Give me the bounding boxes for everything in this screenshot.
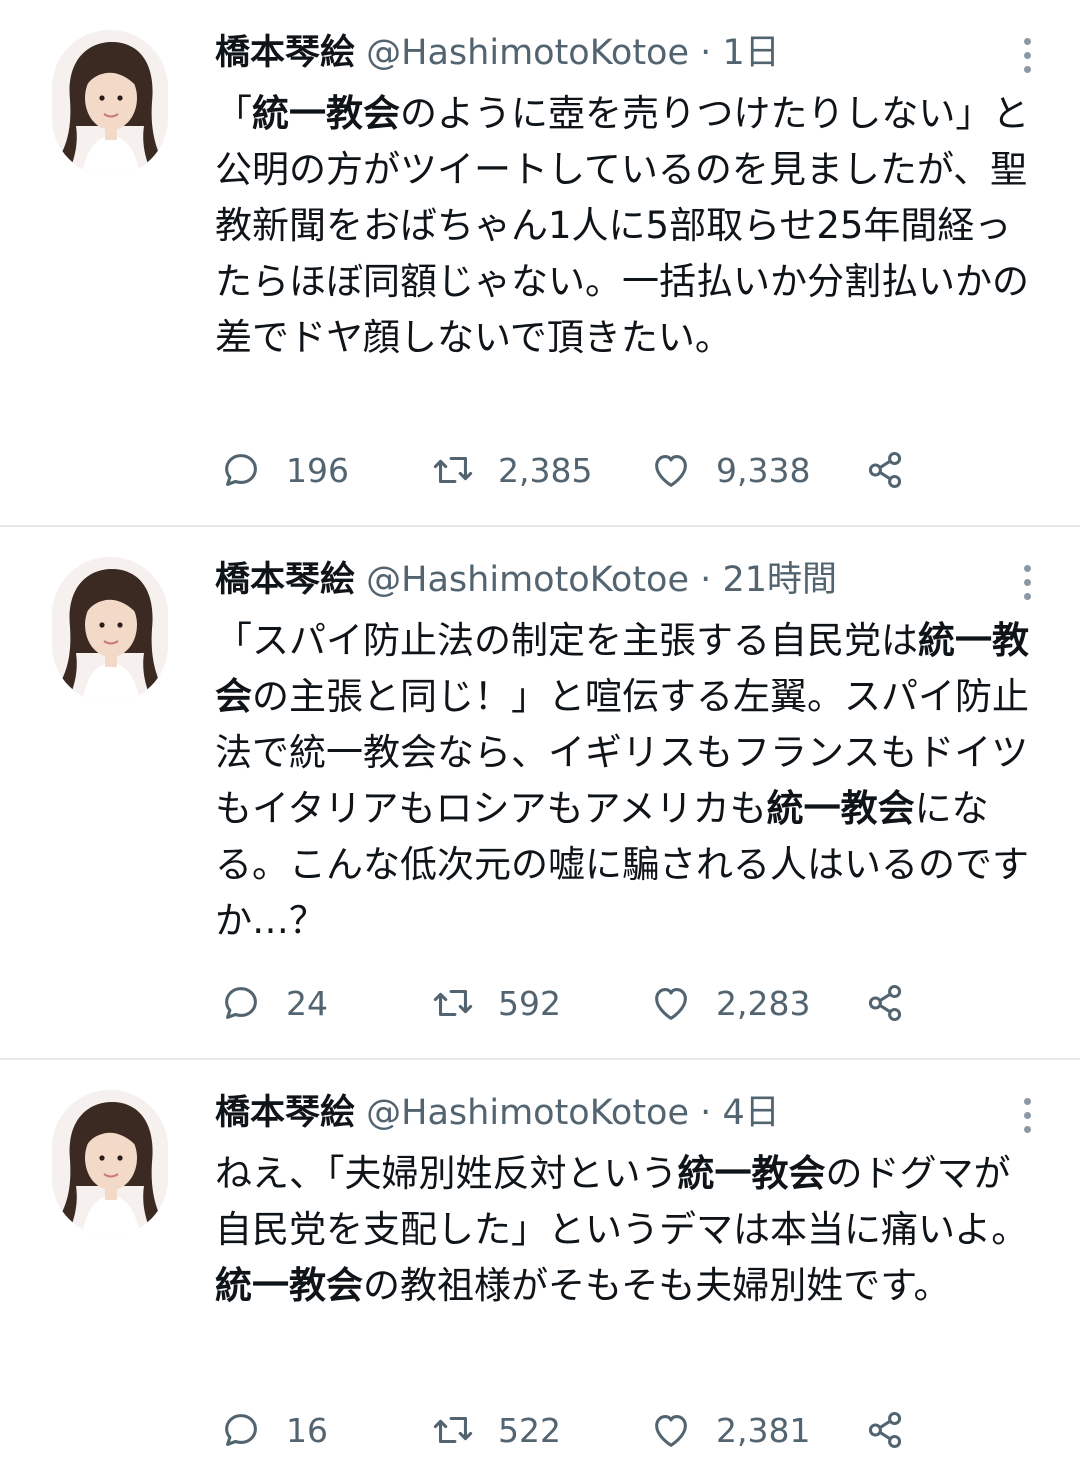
- bold-text-run: 統一教会: [766, 787, 915, 830]
- text-run: 「: [215, 92, 252, 135]
- user-handle[interactable]: @HashimotoKotoe: [366, 33, 689, 73]
- retweet-count: 592: [498, 983, 561, 1023]
- retweet-icon: [433, 989, 473, 1017]
- tweet-header: 橋本琴絵 @HashimotoKotoe · 1日: [215, 30, 1000, 76]
- like-count: 9,338: [716, 450, 811, 490]
- like-count: 2,283: [716, 983, 811, 1023]
- tweet-header: 橋本琴絵 @HashimotoKotoe · 21時間: [215, 557, 1000, 603]
- text-run: ねえ、「夫婦別姓反対という: [215, 1152, 678, 1195]
- tweet-text: 「統一教会のように壺を売りつけたりしない」と公明の方がツイートしているのを見まし…: [215, 86, 1035, 366]
- retweet-button[interactable]: 522: [430, 1402, 561, 1458]
- share-icon: [868, 984, 902, 1022]
- retweet-button[interactable]: 592: [430, 975, 561, 1031]
- tweet-feed: 橋本琴絵 @HashimotoKotoe · 1日 「統一教会のように壺を売りつ…: [0, 0, 1080, 1471]
- bold-text-run: 統一教会: [677, 1152, 826, 1195]
- heart-icon: [655, 1415, 687, 1447]
- bold-text-run: 統一教会: [252, 92, 400, 135]
- like-button[interactable]: 2,381: [648, 1402, 810, 1458]
- tweet-actions: 24 592 2,283: [218, 975, 938, 1031]
- reply-icon: [225, 454, 257, 486]
- retweet-icon: [433, 456, 473, 484]
- more-vertical-icon[interactable]: [1014, 32, 1040, 84]
- tweet-header: 橋本琴絵 @HashimotoKotoe · 4日: [215, 1090, 1000, 1136]
- reply-count: 24: [286, 983, 328, 1023]
- share-button[interactable]: [862, 1402, 908, 1458]
- timestamp[interactable]: 21時間: [722, 560, 837, 600]
- timestamp[interactable]: 4日: [722, 1093, 779, 1133]
- more-vertical-icon[interactable]: [1014, 559, 1040, 611]
- tweet-text: ねえ、「夫婦別姓反対という統一教会のドグマが自民党を支配した」というデマは本当に…: [215, 1146, 1035, 1314]
- display-name[interactable]: 橋本琴絵: [215, 33, 355, 73]
- separator-dot: ·: [700, 560, 712, 600]
- share-icon: [868, 1411, 902, 1449]
- reply-button[interactable]: 16: [218, 1402, 328, 1458]
- avatar[interactable]: [52, 557, 168, 703]
- reply-count: 16: [286, 1410, 328, 1450]
- separator-dot: ·: [700, 33, 712, 73]
- display-name[interactable]: 橋本琴絵: [215, 1093, 355, 1133]
- retweet-count: 2,385: [498, 450, 593, 490]
- tweet-actions: 196 2,385 9,338: [218, 442, 938, 498]
- share-button[interactable]: [862, 975, 908, 1031]
- like-button[interactable]: 9,338: [648, 442, 810, 498]
- text-run: 「スパイ防止法の制定を主張する自民党は: [215, 619, 918, 662]
- tweet[interactable]: 橋本琴絵 @HashimotoKotoe · 1日 「統一教会のように壺を売りつ…: [0, 0, 1080, 526]
- tweet-text: 「スパイ防止法の制定を主張する自民党は統一教会の主張と同じ！」と喧伝する左翼。ス…: [215, 613, 1035, 949]
- share-button[interactable]: [862, 442, 908, 498]
- tweet[interactable]: 橋本琴絵 @HashimotoKotoe · 21時間 「スパイ防止法の制定を主…: [0, 527, 1080, 1059]
- timestamp[interactable]: 1日: [722, 33, 779, 73]
- text-run: の教祖様がそもそも夫婦別姓です。: [363, 1264, 951, 1307]
- retweet-count: 522: [498, 1410, 561, 1450]
- avatar[interactable]: [52, 1090, 168, 1236]
- user-handle[interactable]: @HashimotoKotoe: [366, 1093, 689, 1133]
- separator-dot: ·: [700, 1093, 712, 1133]
- like-count: 2,381: [716, 1410, 811, 1450]
- user-handle[interactable]: @HashimotoKotoe: [366, 560, 689, 600]
- like-button[interactable]: 2,283: [648, 975, 810, 1031]
- reply-button[interactable]: 24: [218, 975, 328, 1031]
- avatar[interactable]: [52, 30, 168, 176]
- heart-icon: [655, 455, 687, 487]
- tweet-actions: 16 522 2,381: [218, 1402, 938, 1458]
- reply-button[interactable]: 196: [218, 442, 349, 498]
- reply-count: 196: [286, 450, 349, 490]
- retweet-button[interactable]: 2,385: [430, 442, 592, 498]
- tweet[interactable]: 橋本琴絵 @HashimotoKotoe · 4日 ねえ、「夫婦別姓反対という統…: [0, 1060, 1080, 1471]
- more-vertical-icon[interactable]: [1014, 1092, 1040, 1144]
- reply-icon: [225, 1414, 257, 1446]
- heart-icon: [655, 988, 687, 1020]
- reply-icon: [225, 987, 257, 1019]
- retweet-icon: [433, 1416, 473, 1444]
- share-icon: [868, 451, 902, 489]
- display-name[interactable]: 橋本琴絵: [215, 560, 355, 600]
- bold-text-run: 統一教会: [215, 1264, 363, 1307]
